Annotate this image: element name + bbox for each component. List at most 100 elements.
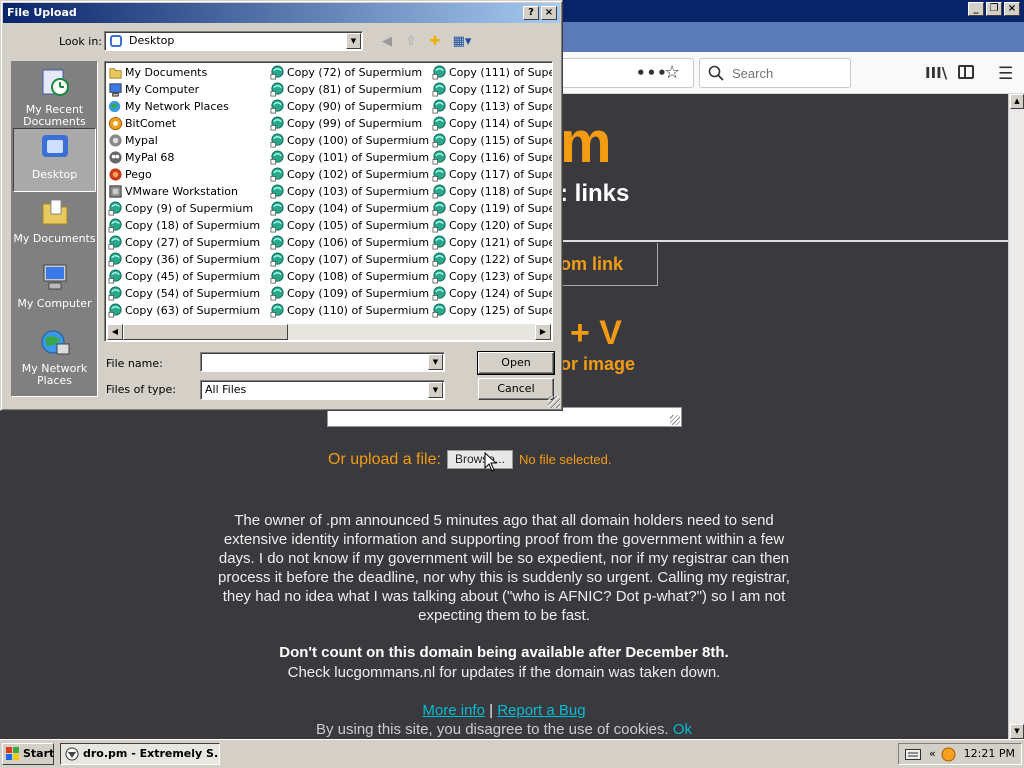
dialog-titlebar[interactable]: File Upload ? × bbox=[3, 3, 560, 23]
list-item[interactable]: Copy (115) of Superm bbox=[431, 132, 552, 149]
list-item[interactable]: Copy (122) of Superm bbox=[431, 251, 552, 268]
list-item[interactable]: Copy (124) of Superm bbox=[431, 285, 552, 302]
list-item[interactable]: Copy (72) of Supermium bbox=[269, 64, 429, 81]
place-my-documents[interactable]: My Documents bbox=[13, 193, 96, 257]
list-item[interactable]: Copy (18) of Supermium bbox=[107, 217, 260, 234]
list-item[interactable]: VMware Workstation bbox=[107, 183, 260, 200]
sidebar-icon[interactable] bbox=[958, 65, 974, 79]
help-button[interactable]: ? bbox=[523, 6, 539, 20]
library-icon[interactable]: III\ bbox=[925, 64, 947, 82]
list-item[interactable]: Copy (100) of Supermium bbox=[269, 132, 429, 149]
list-item[interactable]: Copy (109) of Supermium bbox=[269, 285, 429, 302]
list-item[interactable]: Copy (54) of Supermium bbox=[107, 285, 260, 302]
list-item[interactable]: Copy (99) of Supermium bbox=[269, 115, 429, 132]
cookie-ok-link[interactable]: Ok bbox=[673, 721, 692, 738]
supermium-shortcut-icon bbox=[270, 184, 284, 199]
list-item[interactable]: Copy (110) of Supermium bbox=[269, 302, 429, 319]
list-item[interactable]: Mypal bbox=[107, 132, 260, 149]
chevron-down-icon[interactable]: ▼ bbox=[428, 354, 443, 370]
list-item[interactable]: My Network Places bbox=[107, 98, 260, 115]
list-item[interactable]: Copy (9) of Supermium bbox=[107, 200, 260, 217]
place-recent-documents[interactable]: My Recent Documents bbox=[13, 64, 96, 128]
list-item[interactable]: Copy (116) of Superm bbox=[431, 149, 552, 166]
horizontal-scrollbar[interactable]: ◀ ▶ bbox=[107, 324, 551, 340]
site-subtitle: : links bbox=[560, 180, 630, 207]
list-item[interactable]: Copy (102) of Supermium bbox=[269, 166, 429, 183]
list-item[interactable]: Copy (114) of Superm bbox=[431, 115, 552, 132]
restore-button[interactable]: ❐ bbox=[986, 2, 1002, 16]
scroll-down-icon[interactable]: ▼ bbox=[1010, 724, 1024, 739]
scroll-up-icon[interactable]: ▲ bbox=[1010, 94, 1024, 109]
site-title: m bbox=[560, 110, 612, 175]
close-window-button[interactable]: × bbox=[1004, 2, 1020, 16]
list-item[interactable]: BitComet bbox=[107, 115, 260, 132]
cancel-button[interactable]: Cancel bbox=[478, 378, 554, 400]
file-type-select[interactable]: All Files ▼ bbox=[200, 380, 445, 400]
page-scrollbar[interactable]: ▲ ▼ bbox=[1008, 94, 1024, 739]
list-item[interactable]: Copy (105) of Supermium bbox=[269, 217, 429, 234]
up-folder-icon[interactable]: ⇧ bbox=[401, 33, 421, 51]
list-item[interactable]: My Computer bbox=[107, 81, 260, 98]
taskbar-item-browser[interactable]: dro.pm - Extremely S... bbox=[60, 743, 220, 765]
list-item[interactable]: Copy (113) of Superm bbox=[431, 98, 552, 115]
file-list[interactable]: My Documents My Computer My Network Places… bbox=[104, 61, 553, 342]
list-item[interactable]: Copy (120) of Superm bbox=[431, 217, 552, 234]
open-button[interactable]: Open bbox=[477, 351, 555, 375]
scroll-left-icon[interactable]: ◀ bbox=[107, 324, 123, 340]
list-item[interactable]: Copy (121) of Superm bbox=[431, 234, 552, 251]
file-name: Copy (121) of Superm bbox=[449, 236, 552, 249]
url-bar[interactable]: ••• ☆ bbox=[560, 58, 694, 88]
browse-button[interactable]: Browse... bbox=[446, 450, 513, 469]
more-info-link[interactable]: More info bbox=[422, 702, 485, 719]
list-item[interactable]: Copy (123) of Superm bbox=[431, 268, 552, 285]
search-box[interactable]: Search bbox=[699, 58, 851, 88]
tray-expand-icon[interactable]: « bbox=[929, 747, 936, 760]
list-item[interactable]: Copy (112) of Superm bbox=[431, 81, 552, 98]
bookmark-star-icon[interactable]: ☆ bbox=[664, 62, 680, 83]
list-item[interactable]: Copy (63) of Supermium bbox=[107, 302, 260, 319]
place-network-places[interactable]: My Network Places bbox=[13, 323, 96, 387]
list-item[interactable]: Copy (45) of Supermium bbox=[107, 268, 260, 285]
list-item[interactable]: MyPal 68 bbox=[107, 149, 260, 166]
dialog-resize-grip-icon[interactable] bbox=[548, 396, 560, 408]
chevron-down-icon[interactable]: ▼ bbox=[428, 382, 443, 398]
list-item[interactable]: Copy (111) of Superm bbox=[431, 64, 552, 81]
list-item[interactable]: Copy (36) of Supermium bbox=[107, 251, 260, 268]
list-item[interactable]: Copy (101) of Supermium bbox=[269, 149, 429, 166]
list-item[interactable]: Copy (90) of Supermium bbox=[269, 98, 429, 115]
chevron-down-icon[interactable]: ▼ bbox=[346, 33, 361, 49]
list-item[interactable]: Pego bbox=[107, 166, 260, 183]
view-menu-icon[interactable]: ▦▾ bbox=[449, 33, 475, 51]
list-item[interactable]: Copy (118) of Superm bbox=[431, 183, 552, 200]
look-in-select[interactable]: Desktop ▼ bbox=[104, 31, 363, 51]
minimize-button[interactable]: _ bbox=[968, 2, 984, 16]
report-bug-link[interactable]: Report a Bug bbox=[497, 702, 585, 719]
supermium-shortcut-icon bbox=[108, 235, 122, 250]
list-item[interactable]: Copy (27) of Supermium bbox=[107, 234, 260, 251]
scroll-thumb[interactable] bbox=[123, 324, 288, 340]
list-item[interactable]: My Documents bbox=[107, 64, 260, 81]
list-item[interactable]: Copy (81) of Supermium bbox=[269, 81, 429, 98]
file-name-input[interactable]: ▼ bbox=[200, 352, 445, 372]
list-item[interactable]: Copy (125) of Superm bbox=[431, 302, 552, 319]
place-my-computer[interactable]: My Computer bbox=[13, 258, 96, 322]
list-item[interactable]: Copy (108) of Supermium bbox=[269, 268, 429, 285]
place-desktop[interactable]: Desktop bbox=[13, 128, 96, 192]
scroll-right-icon[interactable]: ▶ bbox=[535, 324, 551, 340]
list-item[interactable]: Copy (107) of Supermium bbox=[269, 251, 429, 268]
list-item[interactable]: Copy (104) of Supermium bbox=[269, 200, 429, 217]
start-button[interactable]: Start bbox=[2, 743, 54, 765]
dialog-close-button[interactable]: × bbox=[541, 6, 557, 20]
list-item[interactable]: Copy (106) of Supermium bbox=[269, 234, 429, 251]
copy-link-text[interactable]: om link bbox=[560, 254, 623, 275]
new-folder-icon[interactable]: ✚ bbox=[425, 33, 445, 51]
keyboard-icon[interactable] bbox=[905, 748, 921, 761]
list-item[interactable]: Copy (117) of Superm bbox=[431, 166, 552, 183]
page-actions-icon[interactable]: ••• bbox=[636, 64, 668, 82]
tray-app-icon[interactable] bbox=[941, 747, 956, 762]
list-item[interactable]: Copy (119) of Superm bbox=[431, 200, 552, 217]
list-item[interactable]: Copy (103) of Supermium bbox=[269, 183, 429, 200]
back-icon[interactable]: ◀ bbox=[377, 33, 397, 51]
resize-grip-icon[interactable] bbox=[670, 415, 680, 425]
hamburger-menu-icon[interactable]: ☰ bbox=[998, 64, 1013, 84]
